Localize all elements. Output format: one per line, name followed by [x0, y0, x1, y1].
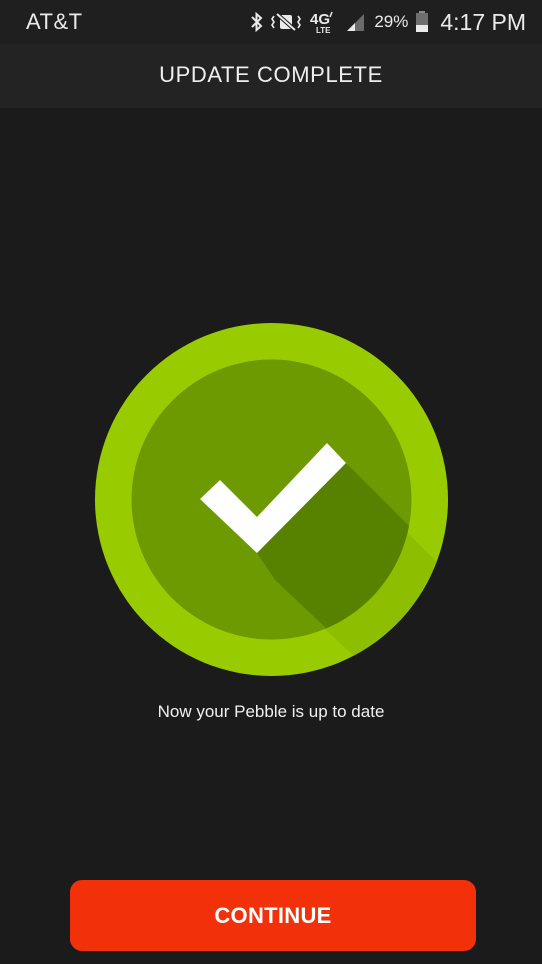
battery-icon [415, 11, 429, 33]
signal-icon [345, 12, 365, 32]
carrier-label: AT&T [26, 9, 83, 34]
battery-percent: 29% [374, 12, 409, 31]
page-title: UPDATE COMPLETE [159, 62, 383, 87]
status-bar: AT&T 4G LTE 29% 4:17 PM [0, 0, 542, 44]
status-icons: 4G LTE 29% 4:17 PM [250, 8, 526, 36]
update-complete-screen: AT&T 4G LTE 29% 4:17 PM UPDATE COMPLETE … [0, 0, 542, 964]
title-bar: UPDATE COMPLETE [0, 44, 542, 108]
clock: 4:17 PM [440, 8, 526, 35]
vibrate-icon [271, 12, 302, 32]
continue-button[interactable]: CONTINUE [70, 880, 476, 951]
network-4g-lte-icon: 4G LTE [308, 10, 338, 34]
status-message: Now your Pebble is up to date [157, 702, 385, 721]
network-sub-label: LTE [316, 26, 331, 34]
bluetooth-icon [250, 12, 264, 32]
success-badge [95, 323, 448, 676]
